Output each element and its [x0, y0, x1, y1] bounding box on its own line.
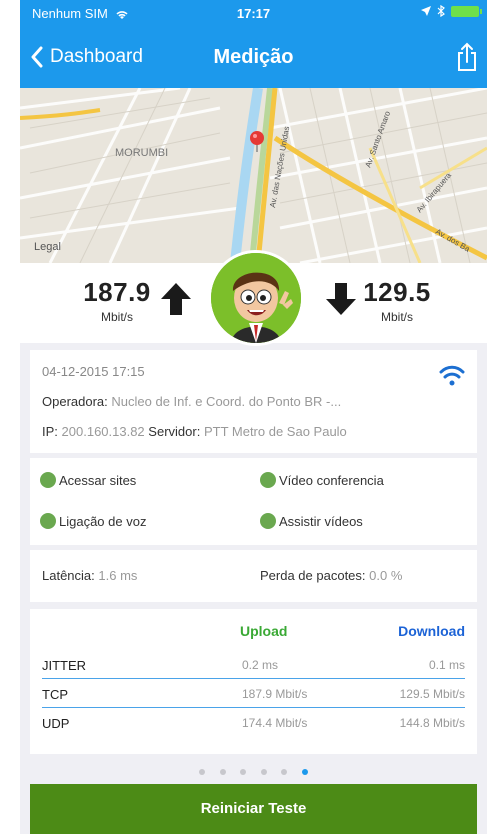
operator-value: Nucleo de Inf. e Coord. do Ponto BR -...	[111, 394, 342, 409]
packet-loss-value: 0.0 %	[369, 568, 403, 583]
row-name: JITTER	[42, 658, 87, 673]
page-dot[interactable]	[281, 769, 288, 775]
packet-loss-line: Perda de pacotes: 0.0 %	[260, 568, 402, 583]
row-upload: 174.4 Mbit/s	[242, 716, 308, 730]
table-row: TCP 187.9 Mbit/s 129.5 Mbit/s	[42, 680, 465, 708]
restart-test-button[interactable]: Reiniciar Teste	[30, 784, 477, 834]
mascot-image	[211, 253, 301, 343]
upload-speed: 187.9 Mbit/s	[82, 277, 152, 324]
upload-header: Upload	[240, 623, 288, 639]
operator-label: Operadora:	[42, 394, 108, 409]
status-right	[421, 5, 482, 17]
upload-speed-value: 187.9	[83, 277, 151, 307]
quality-item-watch: Assistir vídeos	[260, 513, 363, 529]
share-button[interactable]	[457, 42, 477, 77]
row-download: 144.8 Mbit/s	[399, 716, 465, 730]
clock: 17:17	[236, 6, 271, 21]
test-date: 04-12-2015 17:15	[42, 364, 145, 379]
row-name: UDP	[42, 716, 70, 731]
quality-label: Vídeo conferencia	[279, 472, 384, 488]
arrow-down-icon	[326, 283, 356, 315]
packet-loss-label: Perda de pacotes:	[260, 568, 366, 583]
app-screen: Nenhum SIM 17:17 Dashboard Medição MORUM…	[20, 0, 487, 834]
status-bar: Nenhum SIM 17:17	[20, 0, 487, 28]
upload-speed-unit: Mbit/s	[100, 310, 133, 324]
download-speed: 129.5 Mbit/s	[362, 277, 432, 324]
map-legal-link[interactable]: Legal	[34, 241, 61, 253]
latency-value: 1.6 ms	[98, 568, 138, 583]
results-table: Upload Download JITTER 0.2 ms 0.1 ms TCP…	[30, 609, 477, 754]
operator-line: Operadora: Nucleo de Inf. e Coord. do Po…	[42, 394, 341, 409]
mascot-avatar	[208, 250, 304, 346]
location-arrow-icon	[421, 6, 431, 16]
chevron-left-icon	[31, 46, 43, 68]
map-view[interactable]: MORUMBI Av. das Nações Unidas Av. Santo …	[20, 88, 487, 263]
status-dot-icon	[260, 472, 276, 488]
navigation-bar: Dashboard Medição	[20, 28, 487, 88]
back-button[interactable]: Dashboard	[30, 46, 143, 68]
quality-item-voice: Ligação de voz	[40, 513, 146, 529]
row-name: TCP	[42, 687, 68, 702]
map-label-morumbi: MORUMBI	[115, 147, 168, 159]
download-speed-unit: Mbit/s	[380, 310, 413, 324]
latency-card: Latência: 1.6 ms Perda de pacotes: 0.0 %	[30, 550, 477, 602]
row-upload: 0.2 ms	[242, 658, 279, 672]
wifi-icon	[439, 365, 465, 386]
connection-info-card: 04-12-2015 17:15 Operadora: Nucleo de In…	[30, 350, 477, 453]
server-value: PTT Metro de Sao Paulo	[203, 424, 347, 439]
bluetooth-icon	[437, 5, 445, 17]
page-dot[interactable]	[240, 769, 247, 775]
status-dot-icon	[260, 513, 276, 529]
table-row: JITTER 0.2 ms 0.1 ms	[42, 651, 465, 679]
latency-line: Latência: 1.6 ms	[42, 568, 137, 583]
back-label: Dashboard	[50, 46, 143, 67]
page-indicator[interactable]	[20, 762, 487, 780]
row-download: 0.1 ms	[428, 658, 465, 672]
ip-server-line: IP: 200.160.13.82 Servidor: PTT Metro de…	[42, 424, 347, 439]
latency-label: Latência:	[42, 568, 95, 583]
share-icon	[458, 42, 476, 71]
map-graphics: MORUMBI Av. das Nações Unidas Av. Santo …	[20, 88, 487, 263]
ip-value: 200.160.13.82	[61, 424, 145, 439]
row-upload: 187.9 Mbit/s	[242, 687, 308, 701]
page-dot[interactable]	[199, 769, 206, 775]
status-dot-icon	[40, 513, 56, 529]
status-dot-icon	[40, 472, 56, 488]
row-download: 129.5 Mbit/s	[399, 687, 465, 701]
download-header: Download	[398, 623, 465, 639]
quality-item-video-conf: Vídeo conferencia	[260, 472, 384, 488]
quality-item-sites: Acessar sites	[40, 472, 136, 488]
page-dot-active[interactable]	[301, 769, 308, 775]
server-label: Servidor:	[148, 424, 201, 439]
arrow-up-icon	[161, 283, 191, 315]
page-dot[interactable]	[260, 769, 267, 775]
table-row: UDP 174.4 Mbit/s 144.8 Mbit/s	[42, 709, 465, 737]
ip-label: IP:	[42, 424, 58, 439]
quality-label: Acessar sites	[59, 472, 137, 488]
quality-card: Acessar sites Vídeo conferencia Ligação …	[30, 458, 477, 545]
quality-label: Ligação de voz	[59, 513, 147, 529]
page-dot[interactable]	[219, 769, 226, 775]
quality-label: Assistir vídeos	[279, 513, 363, 529]
download-speed-value: 129.5	[363, 277, 431, 307]
battery-icon	[451, 5, 482, 17]
